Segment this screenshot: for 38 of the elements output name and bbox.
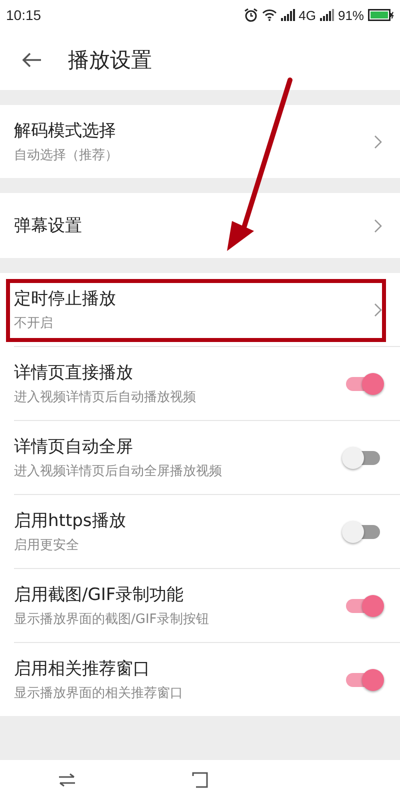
signal-icon — [280, 9, 295, 21]
setting-description: 显示播放界面的相关推荐窗口 — [14, 685, 183, 702]
clock-time: 10:15 — [6, 7, 42, 23]
settings-row[interactable]: 弹幕设置 — [0, 193, 400, 258]
settings-row[interactable]: 详情页自动全屏 进入视频详情页后自动全屏播放视频 — [14, 420, 400, 494]
page-title: 播放设置 — [68, 47, 152, 74]
network-label: 4G — [298, 8, 316, 22]
setting-title: 定时停止播放 — [14, 288, 116, 310]
chevron-icon — [374, 302, 382, 316]
settings-row[interactable]: 解码模式选择 自动选择（推荐） — [0, 105, 400, 178]
setting-description: 显示播放界面的截图/GIF录制按钮 — [14, 611, 209, 628]
setting-title: 启用截图/GIF录制功能 — [14, 584, 185, 606]
setting-title: 启用相关推荐窗口 — [14, 658, 151, 680]
home-icon[interactable] — [192, 772, 208, 788]
setting-title: 详情页直接播放 — [14, 362, 134, 384]
settings-row[interactable]: 启用相关推荐窗口 显示播放界面的相关推荐窗口 — [14, 642, 400, 716]
settings-row[interactable]: 详情页直接播放 进入视频详情页后自动播放视频 — [14, 346, 400, 420]
chevron-icon — [374, 134, 382, 148]
battery-percent: 91% — [338, 8, 364, 22]
switch-apps-icon[interactable] — [58, 773, 76, 787]
setting-description: 不开启 — [14, 315, 54, 332]
setting-description: 启用更安全 — [14, 537, 80, 554]
setting-description: 自动选择（推荐） — [14, 147, 118, 164]
alarm-icon — [244, 8, 258, 22]
settings-row[interactable]: 定时停止播放 不开启 — [0, 273, 400, 346]
back-icon[interactable] — [22, 52, 42, 68]
wifi-icon — [262, 9, 277, 21]
settings-row[interactable]: 启用截图/GIF录制功能 显示播放界面的截图/GIF录制按钮 — [14, 568, 400, 642]
settings-row[interactable]: 启用https播放 启用更安全 — [14, 494, 400, 568]
setting-title: 弹幕设置 — [14, 215, 82, 237]
battery-icon — [368, 9, 394, 21]
signal-icon — [320, 9, 334, 21]
chevron-icon — [374, 218, 382, 232]
setting-description: 进入视频详情页后自动播放视频 — [14, 389, 196, 406]
setting-title: 解码模式选择 — [14, 120, 117, 142]
setting-title: 启用https播放 — [14, 510, 126, 532]
setting-title: 详情页自动全屏 — [14, 436, 134, 458]
setting-description: 进入视频详情页后自动全屏播放视频 — [14, 463, 222, 480]
